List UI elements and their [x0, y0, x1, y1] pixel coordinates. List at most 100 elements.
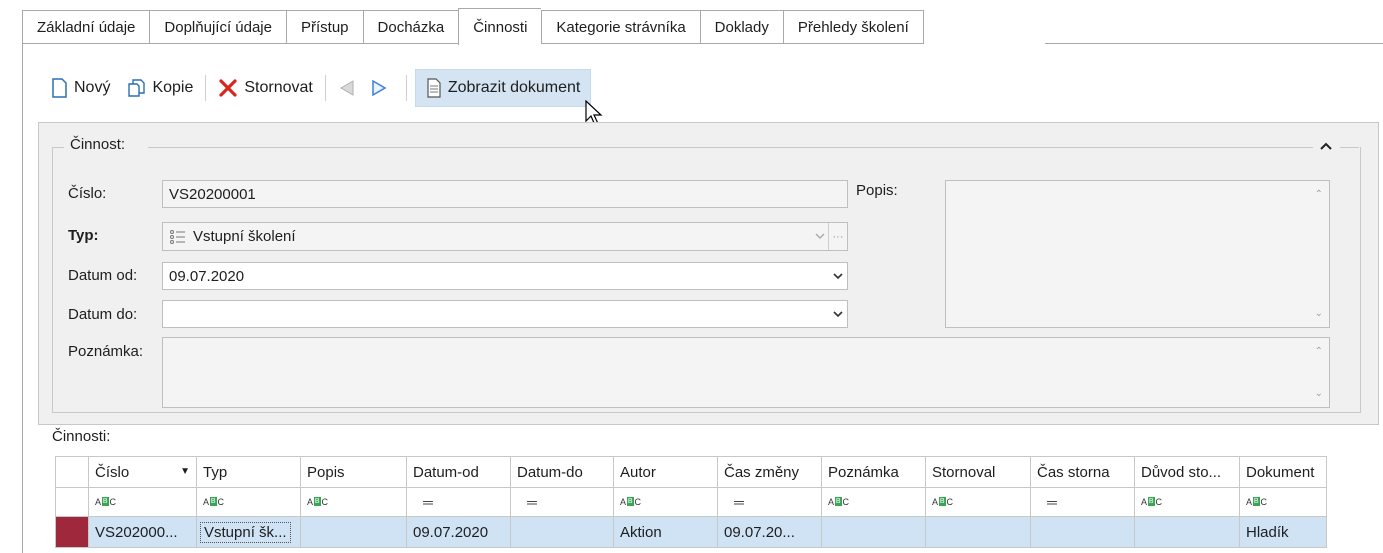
cell-cislo[interactable]: VS202000... — [88, 516, 197, 548]
text-filter-icon: ABC — [620, 496, 641, 507]
sort-down-icon: ▼ — [180, 465, 190, 477]
column-header-label: Číslo — [95, 463, 130, 481]
tab-prehledy-skoleni[interactable]: Přehledy školení — [782, 10, 924, 44]
cell-datum-od[interactable]: 09.07.2020 — [406, 516, 511, 548]
popis-label: Popis: — [856, 182, 898, 199]
cell-cas-storna[interactable] — [1030, 516, 1135, 548]
cislo-field[interactable]: VS20200001 — [162, 180, 848, 208]
filter-cell[interactable]: ═ — [1030, 487, 1135, 517]
typ-ellipsis-button[interactable]: ··· — [828, 223, 847, 250]
column-header-popis[interactable]: Popis — [300, 456, 407, 488]
filter-indicator — [55, 487, 89, 517]
typ-field[interactable]: Vstupní školení ··· — [162, 222, 848, 251]
triangle-left-icon — [339, 80, 354, 96]
typ-value: Vstupní školení — [193, 228, 296, 245]
cell-autor[interactable]: Aktion — [613, 516, 718, 548]
text-filter-icon: ABC — [1141, 496, 1162, 507]
equals-filter-icon: ═ — [527, 494, 537, 510]
next-button[interactable] — [366, 70, 398, 106]
copy-button-label: Kopie — [152, 79, 194, 96]
table-row[interactable]: VS202000... Vstupní šk... 09.07.2020 Akt… — [55, 516, 1327, 548]
cell-poznamka[interactable] — [821, 516, 926, 548]
cell-stornoval[interactable] — [925, 516, 1031, 548]
column-header-datum-od[interactable]: Datum-od — [406, 456, 511, 488]
cell-typ[interactable]: Vstupní šk... — [196, 516, 301, 548]
grid-header-row: Číslo ▼ Typ Popis Datum-od Datum-do Autor… — [55, 456, 1327, 488]
tab-kategorie-stravnika[interactable]: Kategorie strávníka — [541, 10, 700, 44]
column-header-typ[interactable]: Typ — [196, 456, 301, 488]
text-filter-icon: ABC — [307, 496, 328, 507]
grid-title: Činnosti: — [52, 428, 111, 445]
filter-cell[interactable]: ═ — [406, 487, 511, 517]
filter-cell[interactable]: ABC — [925, 487, 1031, 517]
cell-datum-do[interactable] — [510, 516, 614, 548]
column-header-cas-storna[interactable]: Čas storna — [1030, 456, 1135, 488]
tab-cinnosti[interactable]: Činnosti — [458, 8, 542, 45]
column-header-duvod-storna[interactable]: Důvod sto... — [1134, 456, 1240, 488]
datum-od-label: Datum od: — [68, 267, 138, 284]
datum-od-field[interactable]: 09.07.2020 — [162, 262, 848, 290]
scroll-down-icon[interactable]: ⌄ — [1315, 388, 1323, 399]
tab-doklady[interactable]: Doklady — [699, 10, 783, 44]
collapse-button[interactable] — [1313, 134, 1339, 158]
x-icon — [219, 79, 237, 97]
cislo-label: Číslo: — [68, 185, 107, 202]
tab-dochazka[interactable]: Docházka — [362, 10, 459, 44]
filter-cell[interactable]: ABC — [88, 487, 197, 517]
text-filter-icon: ABC — [828, 496, 849, 507]
text-filter-icon: ABC — [203, 496, 224, 507]
cell-dokument[interactable]: Hladík — [1239, 516, 1327, 548]
cell-typ-value[interactable]: Vstupní šk... — [200, 521, 291, 543]
equals-filter-icon: ═ — [1047, 494, 1057, 510]
chevron-down-icon — [833, 272, 843, 279]
datum-do-dropdown-button[interactable] — [829, 301, 847, 327]
ellipsis-icon: ··· — [832, 230, 844, 243]
column-header-stornoval[interactable]: Stornoval — [925, 456, 1031, 488]
datum-do-field[interactable] — [162, 300, 848, 328]
cell-duvod-storna[interactable] — [1134, 516, 1240, 548]
filter-cell[interactable]: ABC — [196, 487, 301, 517]
filter-cell[interactable]: ═ — [510, 487, 614, 517]
filter-cell[interactable]: ABC — [613, 487, 718, 517]
datum-od-dropdown-button[interactable] — [829, 263, 847, 289]
filter-cell[interactable]: ABC — [1239, 487, 1327, 517]
column-header-cas-zmeny[interactable]: Čas změny — [717, 456, 822, 488]
column-header-poznamka[interactable]: Poznámka — [821, 456, 926, 488]
column-header-dokument[interactable]: Dokument — [1239, 456, 1327, 488]
filter-cell[interactable]: ═ — [717, 487, 822, 517]
copy-button[interactable]: Kopie — [122, 70, 197, 106]
group-border — [1340, 147, 1359, 148]
column-header-cislo[interactable]: Číslo ▼ — [88, 456, 197, 488]
tab-doplnujici-udaje[interactable]: Doplňující údaje — [149, 10, 286, 44]
column-header-autor[interactable]: Autor — [613, 456, 718, 488]
activities-grid: Číslo ▼ Typ Popis Datum-od Datum-do Autor… — [55, 456, 1327, 548]
chevron-up-icon — [1320, 142, 1332, 150]
new-button[interactable]: Nový — [46, 70, 114, 106]
scroll-up-icon[interactable]: ⌃ — [1315, 346, 1323, 357]
tab-pristup[interactable]: Přístup — [285, 10, 363, 44]
poznamka-textarea[interactable]: ⌃ ⌄ — [162, 337, 1330, 408]
new-button-label: Nový — [74, 79, 111, 96]
filter-cell[interactable]: ABC — [1134, 487, 1240, 517]
datum-do-label: Datum do: — [68, 306, 138, 323]
grid-filter-row: ABC ABC ABC ═ ═ ABC ═ ABC ABC ═ ABC ABC — [55, 487, 1327, 517]
filter-cell[interactable]: ABC — [300, 487, 407, 517]
chevron-down-icon — [833, 310, 843, 317]
popis-textarea[interactable]: ⌃ ⌄ — [945, 180, 1330, 328]
cell-popis[interactable] — [300, 516, 407, 548]
row-indicator[interactable] — [55, 516, 89, 548]
scroll-up-icon[interactable]: ⌃ — [1315, 189, 1323, 200]
column-header-datum-do[interactable]: Datum-do — [510, 456, 614, 488]
cancel-button[interactable]: Stornovat — [214, 70, 316, 106]
show-document-button[interactable]: Zobrazit dokument — [414, 69, 592, 107]
cell-cas-zmeny[interactable]: 09.07.20... — [717, 516, 822, 548]
typ-dropdown-button[interactable] — [811, 223, 829, 250]
previous-button[interactable] — [334, 70, 366, 106]
filter-cell[interactable]: ABC — [821, 487, 926, 517]
typ-label: Typ: — [68, 227, 99, 244]
scroll-down-icon[interactable]: ⌄ — [1315, 308, 1323, 319]
text-filter-icon: ABC — [932, 496, 953, 507]
new-document-icon — [52, 78, 67, 98]
tab-zakladni-udaje[interactable]: Základní údaje — [22, 10, 150, 44]
chevron-down-icon — [815, 233, 825, 239]
